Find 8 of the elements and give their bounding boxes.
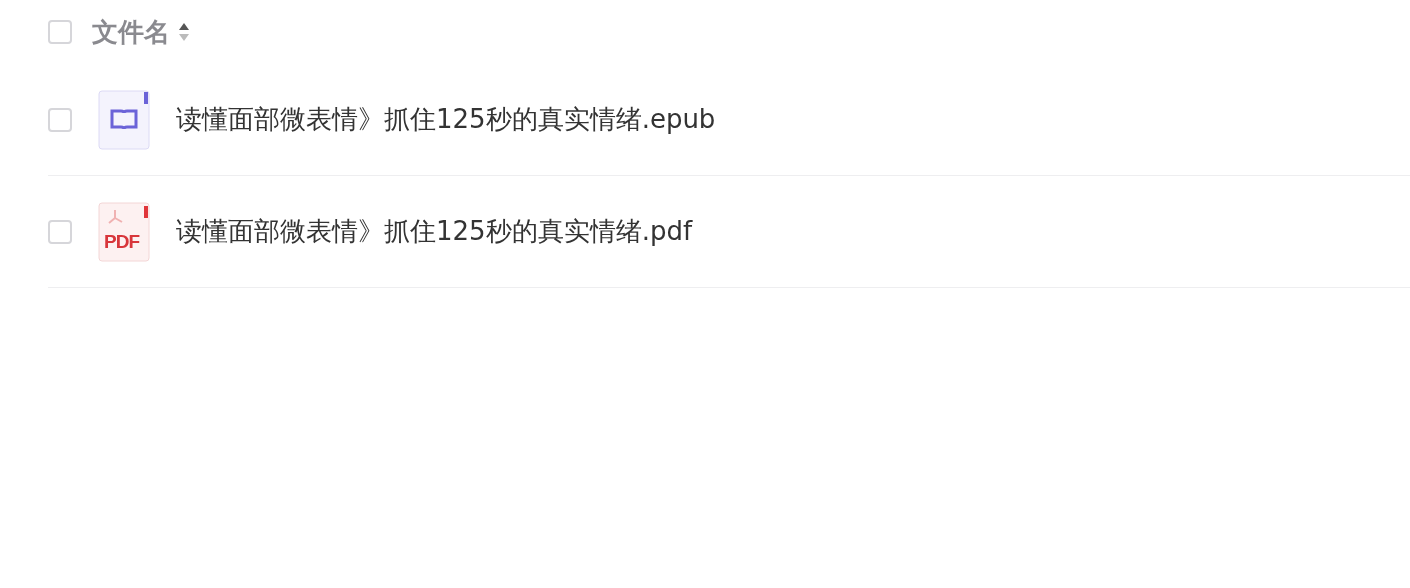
file-name[interactable]: 读懂面部微表情》抓住125秒的真实情绪.pdf bbox=[176, 212, 693, 251]
sort-icon[interactable] bbox=[178, 21, 190, 43]
file-name[interactable]: 读懂面部微表情》抓住125秒的真实情绪.epub bbox=[176, 100, 716, 139]
pdf-file-icon: PDF bbox=[98, 201, 150, 262]
checkbox[interactable] bbox=[48, 219, 72, 244]
checkbox[interactable] bbox=[48, 107, 72, 132]
book-file-icon bbox=[98, 89, 150, 150]
checkbox[interactable] bbox=[48, 20, 72, 44]
